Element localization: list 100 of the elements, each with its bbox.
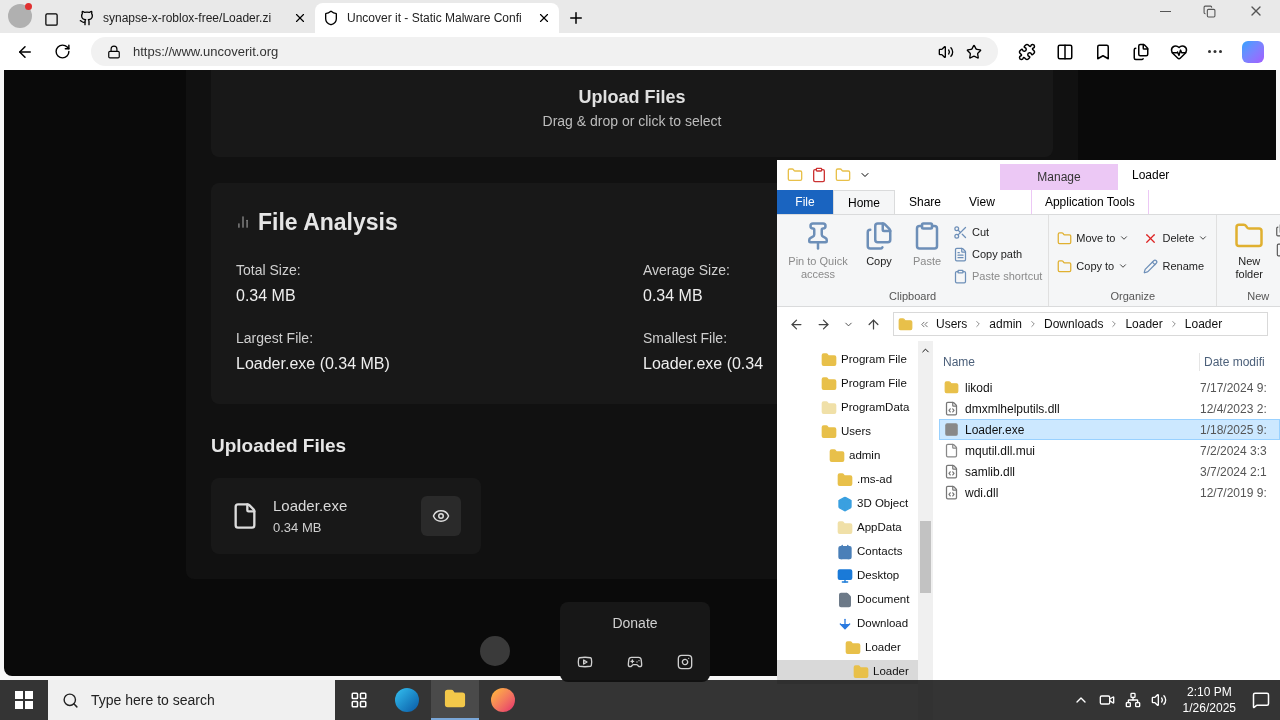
file-file-icon [944,443,959,458]
breadcrumb-item[interactable]: Loader [1184,315,1223,333]
tree-item[interactable]: Users [777,420,918,444]
lock-icon [107,44,121,59]
browser-logo-icon [395,688,419,712]
health-icon [1170,42,1188,61]
file-row[interactable]: Loader.exe 1/18/2025 9: [939,419,1280,440]
stat-value: 0.34 MB [236,285,296,306]
uploaded-title: Uploaded Files [211,433,347,458]
tree-item[interactable]: Loader [777,636,918,660]
ribbon-tab[interactable]: Home [833,190,895,214]
scrollbar-thumb[interactable] [920,521,931,593]
copilot-icon[interactable] [1242,40,1264,63]
hidden-folder-icon [837,520,853,536]
tree-item[interactable]: Download [777,612,918,636]
ribbon-button[interactable]: Delete [1143,227,1209,249]
file-row[interactable]: wdi.dll 12/7/2019 9: [939,482,1280,503]
ribbon-button[interactable]: Copy [857,221,901,268]
ribbon-tab[interactable]: View [955,190,1009,214]
tree-item[interactable]: ProgramData [777,396,918,420]
shield-icon [323,10,339,26]
folder-icon [787,167,803,183]
ribbon-button[interactable]: New folder [1227,221,1272,281]
network-icon [1124,692,1141,708]
extensions-icon [1018,42,1036,61]
up-icon [866,316,881,332]
search-icon [62,691,79,709]
donate-link[interactable]: Donate [612,613,658,634]
dll-file-icon [944,464,959,479]
upload-hint: Drag & drop or click to select [542,112,722,131]
analysis-title: File Analysis [258,208,398,237]
menu-icon[interactable] [1208,50,1222,53]
minimize-icon[interactable] [1160,10,1171,12]
ribbon-tab[interactable]: Share [895,190,956,214]
clock-date[interactable]: 1/26/2025 [1182,700,1236,716]
tree-item[interactable]: Program File [777,372,918,396]
upload-card[interactable]: Upload Files Drag & drop or click to select [211,70,1053,157]
ribbon-tab[interactable]: File [777,190,833,214]
objects-folder-icon [837,496,853,512]
caret-icon [1198,233,1209,243]
dll-file-icon [944,401,959,416]
file-row[interactable]: mqutil.dll.mui 7/2/2024 3:3 [939,440,1280,461]
close-icon [293,11,307,25]
tree-item[interactable]: Desktop [777,564,918,588]
documents-folder-icon [837,592,853,608]
refresh-icon [54,43,71,60]
window-title: Loader [1132,167,1170,184]
file-row[interactable]: likodi 7/17/2024 9: [939,377,1280,398]
browser-tab[interactable]: synapse-x-roblox-free/Loader.zi [71,3,315,33]
file-row[interactable]: samlib.dll 3/7/2024 2:1 [939,461,1280,482]
volume-icon [1150,692,1167,708]
hidden-folder-icon [821,400,837,416]
folder-folder-icon [837,472,853,488]
task-view-icon [350,691,368,709]
windows-logo-icon [15,691,33,709]
folder-file-icon [944,380,959,395]
stat-label: Total Size: [236,260,301,280]
tree-item[interactable]: Document [777,588,918,612]
new-tab-button[interactable] [567,9,585,27]
ribbon-button[interactable]: Rename [1143,255,1209,277]
browser-tab[interactable]: Uncover it - Static Malware Confi [315,3,559,33]
rename-icon [1143,258,1159,274]
tree-item[interactable]: .ms-ad [777,468,918,492]
view-button[interactable] [421,496,461,536]
clock-time[interactable]: 2:10 PM [1186,684,1232,700]
context-tab-header: Manage [1000,164,1118,190]
tree-item[interactable]: AppData [777,516,918,540]
breadcrumb-item[interactable]: admin [989,315,1023,333]
folder-folder-icon [853,664,869,680]
profile-avatar[interactable] [8,4,32,28]
split-screen-icon [1056,42,1074,61]
favorite-icon [966,43,982,60]
plus-icon [567,9,585,27]
breadcrumb-item[interactable]: Downloads [1044,315,1104,333]
ribbon-button[interactable]: Cut [953,221,1043,243]
ribbon-button[interactable]: Copy path [953,243,1043,265]
address-field[interactable]: Users admin Downloads Loader Loader [893,312,1268,336]
taskbar-button[interactable] [431,680,479,720]
eye-icon [432,507,450,525]
folder-folder-icon [821,424,837,440]
tree-item[interactable]: Contacts [777,540,918,564]
folder-folder-icon [845,640,861,656]
tree-item[interactable]: Program File [777,348,918,372]
stat-label: Largest File: [236,328,314,348]
camera-icon [1098,692,1115,708]
breadcrumb-item[interactable]: Loader [1125,315,1163,333]
ribbon-group-label: Organize [1109,288,1157,304]
tab-actions-button[interactable] [44,12,59,27]
taskbar-search[interactable]: Type here to search [48,680,335,720]
folder-icon [898,316,913,332]
tree-item[interactable]: admin [777,444,918,468]
address-bar[interactable]: https://www.uncoverit.org [91,37,998,66]
ribbon-button[interactable]: Move to [1057,227,1130,249]
folder-icon [444,688,466,710]
column-header[interactable]: Date modifi [1199,353,1265,371]
tree-item[interactable]: 3D Object [777,492,918,516]
column-header[interactable]: Name [939,353,1199,371]
ribbon-button[interactable]: Copy to [1057,255,1130,277]
file-row[interactable]: dmxmlhelputils.dll 12/4/2023 2: [939,398,1280,419]
breadcrumb-item[interactable]: Users [936,315,968,333]
